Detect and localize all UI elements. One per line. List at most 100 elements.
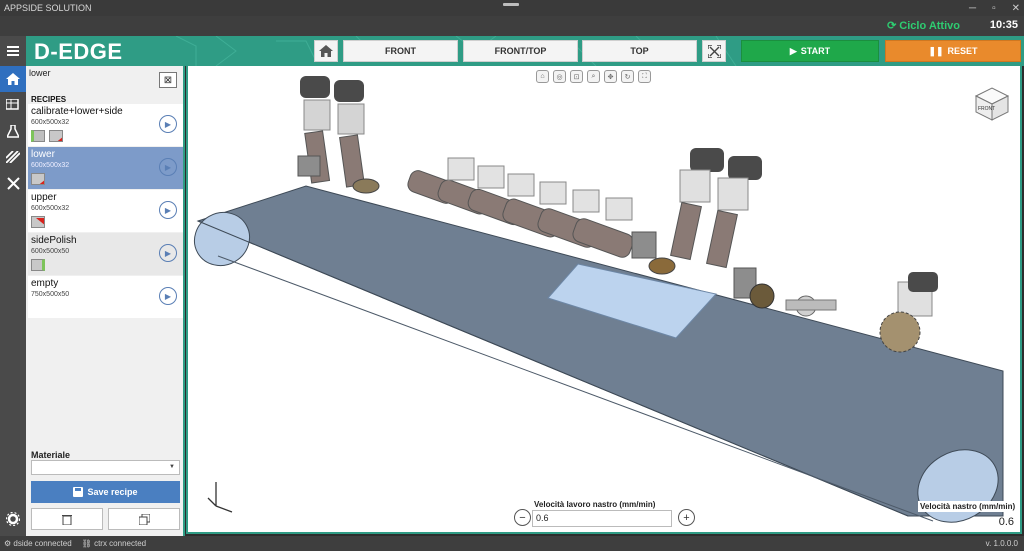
copy-recipe-button[interactable] xyxy=(108,508,180,530)
nav-maintenance[interactable] xyxy=(0,170,26,196)
pan-tool[interactable]: ✥ xyxy=(604,70,617,83)
plus-icon: + xyxy=(683,511,690,524)
upper-thumb-icon xyxy=(31,216,45,228)
maximize-button[interactable]: ▫ xyxy=(992,3,996,14)
delete-recipe-button[interactable] xyxy=(31,508,103,530)
wrench-icon xyxy=(6,176,20,190)
refresh-icon: ⟳ xyxy=(887,20,897,32)
ctrx-status-label: ctrx connected xyxy=(94,539,147,548)
gear-icon xyxy=(6,512,20,526)
fit-tool[interactable]: ⛶ xyxy=(638,70,651,83)
lower-thumb-icon xyxy=(31,173,45,185)
nav-settings[interactable] xyxy=(0,506,26,532)
belt-speed-label: Velocità nastro (mm/min) xyxy=(918,501,1018,512)
home-icon xyxy=(6,73,20,85)
view-front-button[interactable]: FRONT xyxy=(343,40,458,62)
axis-triad-icon xyxy=(207,482,233,513)
play-recipe-button[interactable]: ▶ xyxy=(159,244,177,262)
top-status-bar: ⟳ Ciclo Attivo 10:35 xyxy=(0,16,1024,36)
belt-speed-value: 0.6 xyxy=(998,516,1014,528)
cycle-status-label: Ciclo Attivo xyxy=(899,19,960,32)
minimize-button[interactable]: ─ xyxy=(969,3,976,14)
decrease-speed-button[interactable]: − xyxy=(514,509,531,526)
hamburger-menu-button[interactable] xyxy=(0,38,26,64)
material-select[interactable]: ▼ xyxy=(31,460,180,475)
ctrx-status: ⛓ ctrx connected xyxy=(81,539,147,548)
recipe-name: lower xyxy=(31,149,55,160)
dside-status: ⚙ dside connected xyxy=(4,539,72,548)
machine-3d-viewport[interactable]: ⌂ ◎ ⊡ ⌕ ✥ ↻ ⛶ FRONT Velocità lavoro nast… xyxy=(186,66,1022,534)
nav-tools[interactable] xyxy=(0,144,26,170)
start-label: START xyxy=(800,46,831,56)
recipe-size: 750x500x50 xyxy=(31,291,70,298)
lower-thumb-icon xyxy=(49,130,63,142)
dside-status-label: dside connected xyxy=(13,539,72,548)
recipe-size: 600x500x50 xyxy=(31,248,70,255)
nav-recipes[interactable] xyxy=(0,92,26,118)
zoom-area-tool[interactable]: ⊡ xyxy=(570,70,583,83)
save-recipe-button[interactable]: Save recipe xyxy=(31,481,180,503)
side-thumb-icon xyxy=(31,259,45,271)
close-window-button[interactable]: ✕ xyxy=(1012,3,1020,14)
expand-icon xyxy=(707,44,721,58)
reset-label: RESET xyxy=(947,46,978,56)
reset-button[interactable]: ❚❚ RESET xyxy=(885,40,1021,62)
recipe-item[interactable]: sidePolish 600x500x50 ▶ xyxy=(28,233,183,275)
home-view-tool[interactable]: ⌂ xyxy=(536,70,549,83)
material-label: Materiale xyxy=(31,450,71,460)
recipe-name: calibrate+lower+side xyxy=(31,106,123,117)
play-recipe-button[interactable]: ▶ xyxy=(159,158,177,176)
spindle-group-right xyxy=(631,148,762,275)
status-bar: ⚙ dside connected ⛓ ctrx connected v. 1.… xyxy=(0,536,1024,551)
nav-materials[interactable] xyxy=(0,118,26,144)
play-recipe-button[interactable]: ▶ xyxy=(159,287,177,305)
recipes-heading: RECIPES xyxy=(31,95,67,104)
clock: 10:35 xyxy=(989,19,1018,31)
calibrate-thumb-icon xyxy=(31,130,45,142)
play-icon: ▶ xyxy=(789,45,797,56)
view-top-button[interactable]: TOP xyxy=(582,40,697,62)
nav-home[interactable] xyxy=(0,66,26,92)
clear-search-button[interactable]: ⊠ xyxy=(159,72,177,88)
spindle-group-left xyxy=(297,76,380,194)
copy-icon xyxy=(138,513,150,525)
view-front-top-button[interactable]: FRONT/TOP xyxy=(463,40,578,62)
recipe-name: empty xyxy=(31,278,59,289)
recipe-panel: lower ⊠ RECIPES calibrate+lower+side 600… xyxy=(26,66,185,536)
recipe-item[interactable]: calibrate+lower+side 600x500x32 ▶ xyxy=(28,104,183,146)
chevron-down-icon: ▼ xyxy=(169,464,175,470)
recipe-name: upper xyxy=(31,192,57,203)
recipe-item[interactable]: upper 600x500x32 ▶ xyxy=(28,190,183,232)
nav-cube-icon[interactable]: FRONT xyxy=(968,80,1014,126)
home-view-button[interactable] xyxy=(314,40,338,62)
rotate-tool[interactable]: ↻ xyxy=(621,70,634,83)
window-title: APPSIDE SOLUTION xyxy=(4,3,92,13)
work-speed-label: Velocità lavoro nastro (mm/min) xyxy=(534,500,656,509)
search-input[interactable]: lower xyxy=(29,68,51,78)
recipe-item[interactable]: empty 750x500x50 ▶ xyxy=(28,276,183,318)
cycle-status: ⟳ Ciclo Attivo xyxy=(887,19,960,33)
start-button[interactable]: ▶ START xyxy=(741,40,879,62)
fullscreen-button[interactable] xyxy=(702,40,726,62)
hamburger-icon xyxy=(7,46,19,56)
recipe-size: 600x500x32 xyxy=(31,205,70,212)
stripes-icon xyxy=(6,151,20,163)
drag-handle[interactable] xyxy=(503,3,519,6)
brand-logo: D-EDGE xyxy=(34,39,123,64)
save-label: Save recipe xyxy=(87,487,138,497)
trash-icon xyxy=(62,514,72,525)
viewport-toolbar: ⌂ ◎ ⊡ ⌕ ✥ ↻ ⛶ xyxy=(536,70,651,83)
focus-tool[interactable]: ◎ xyxy=(553,70,566,83)
play-recipe-button[interactable]: ▶ xyxy=(159,115,177,133)
pause-icon: ❚❚ xyxy=(928,45,944,56)
recipe-size: 600x500x32 xyxy=(31,162,70,169)
zoom-tool[interactable]: ⌕ xyxy=(587,70,600,83)
app-header: D-EDGE FRONT FRONT/TOP TOP ▶ START ❚❚ RE… xyxy=(26,36,1024,66)
work-speed-input[interactable]: 0.6 xyxy=(532,510,672,527)
window-titlebar: APPSIDE SOLUTION ─ ▫ ✕ xyxy=(0,0,1024,16)
increase-speed-button[interactable]: + xyxy=(678,509,695,526)
play-recipe-button[interactable]: ▶ xyxy=(159,201,177,219)
version-label: v. 1.0.0.0 xyxy=(985,539,1018,548)
recipe-item[interactable]: lower 600x500x32 ▶ xyxy=(28,147,183,189)
home-icon xyxy=(319,45,333,57)
